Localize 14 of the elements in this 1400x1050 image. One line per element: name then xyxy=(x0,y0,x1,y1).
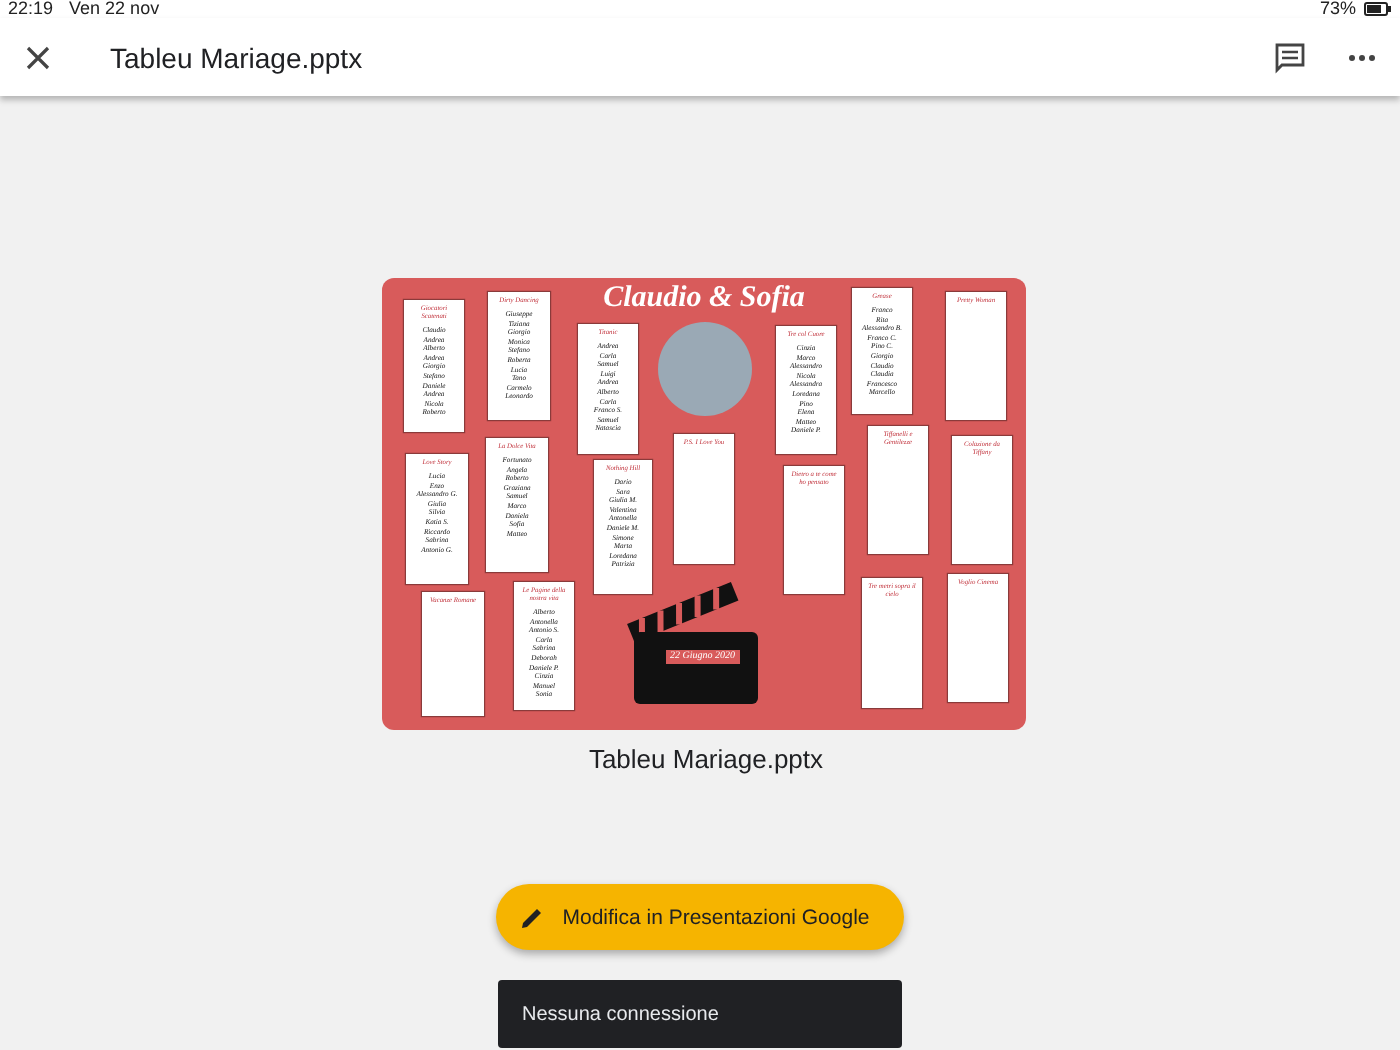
edit-button[interactable]: Modifica in Presentazioni Google xyxy=(496,884,904,950)
comment-icon xyxy=(1274,41,1306,73)
slide-title: Claudio & Sofia xyxy=(603,282,805,314)
file-name: Tableu Mariage.pptx xyxy=(588,744,824,774)
status-date: Ven 22 nov xyxy=(69,0,160,18)
close-icon xyxy=(26,45,50,69)
status-time: 22:19 xyxy=(8,0,54,18)
more-icon xyxy=(1348,53,1376,61)
pencil-icon xyxy=(520,905,545,929)
document-title: Tableu Mariage.pptx xyxy=(110,41,365,73)
battery-percent: 73% xyxy=(1319,0,1356,18)
battery-icon xyxy=(1364,2,1392,16)
photo-placeholder xyxy=(658,322,752,416)
snackbar-message: Nessuna connessione xyxy=(522,1003,719,1025)
